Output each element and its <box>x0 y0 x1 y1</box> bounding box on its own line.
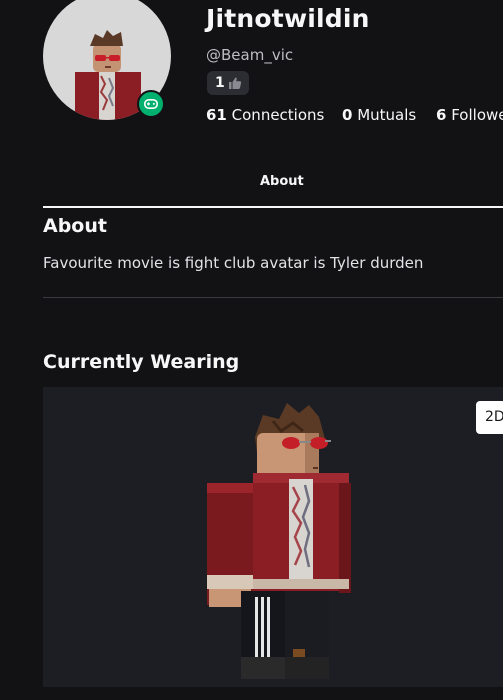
mutuals-count: 0 <box>342 106 353 124</box>
currently-wearing-heading: Currently Wearing <box>43 351 240 373</box>
mutuals-label: Mutuals <box>357 106 417 124</box>
tab-active-indicator <box>43 206 503 208</box>
avatar-3d-render <box>207 403 351 679</box>
connections-link[interactable]: 61 Connections <box>206 106 324 124</box>
badge-count[interactable]: 1 <box>207 71 249 95</box>
mutuals-link[interactable]: 0 Mutuals <box>342 106 416 124</box>
badge-count-value: 1 <box>215 75 225 91</box>
followers-label: Followers <box>451 106 503 124</box>
view-2d-toggle-button[interactable]: 2D <box>476 401 503 434</box>
thumbs-up-icon <box>228 77 241 89</box>
display-name: Jitnotwildin <box>206 4 370 33</box>
avatar-viewer[interactable]: 2D <box>43 387 503 687</box>
avatar[interactable] <box>43 0 171 120</box>
username: @Beam_vic <box>206 46 294 64</box>
tab-bar: About <box>43 166 503 208</box>
followers-link[interactable]: 6 Followers <box>436 106 503 124</box>
tab-about[interactable]: About <box>260 174 304 189</box>
gamepad-icon <box>137 90 165 118</box>
about-description: Favourite movie is fight club avatar is … <box>43 254 424 272</box>
section-divider <box>43 297 503 298</box>
connections-label: Connections <box>231 106 325 124</box>
about-heading: About <box>43 215 107 237</box>
connections-count: 61 <box>206 106 227 124</box>
followers-count: 6 <box>436 106 447 124</box>
